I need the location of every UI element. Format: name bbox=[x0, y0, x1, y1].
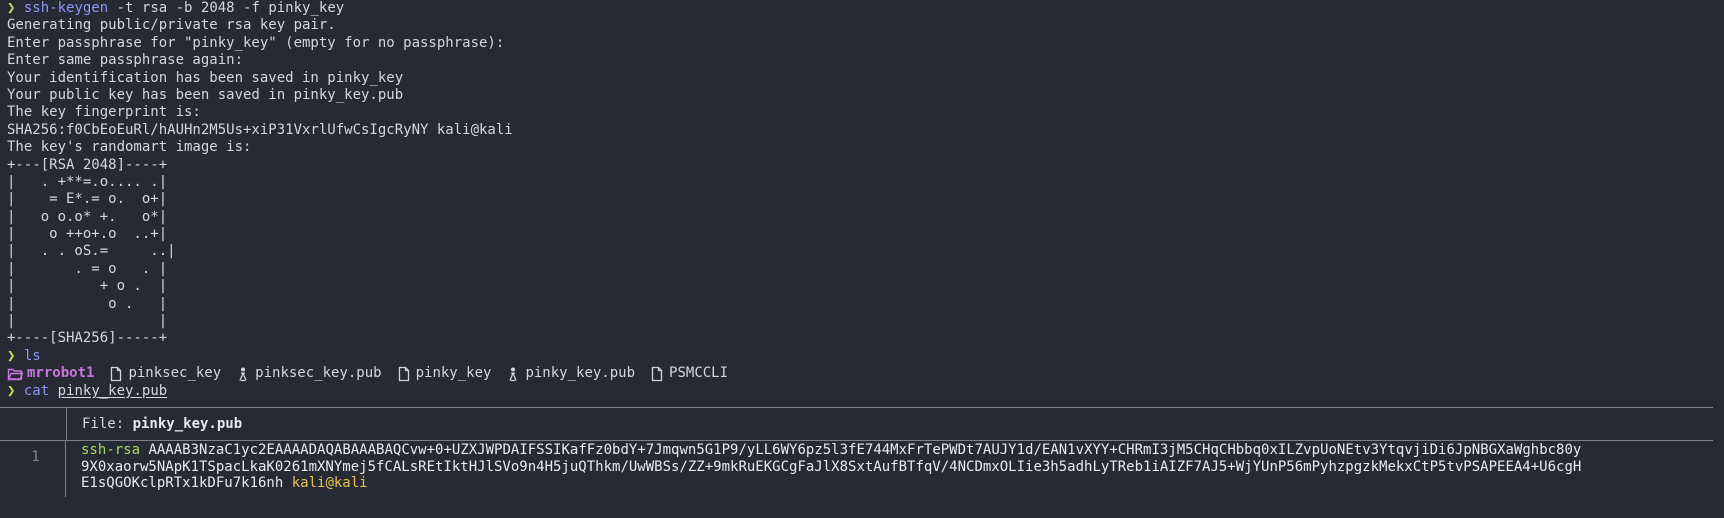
key-data: E1sQGOKclpRTx1kDFu7k16nh bbox=[81, 475, 284, 491]
ls-entry-name: pinksec_key bbox=[128, 365, 222, 382]
output-line: SHA256:f0CbEoEuRl/hAUHn2M5Us+xiP31VxrlUf… bbox=[7, 121, 513, 138]
file-icon bbox=[108, 366, 124, 382]
output-line: | + o . | bbox=[7, 278, 168, 295]
output-line: | . . oS.= ..| bbox=[7, 243, 176, 260]
ls-entry-name: pinksec_key.pub bbox=[255, 365, 382, 382]
ls-entry-file[interactable]: PSMCCLI bbox=[649, 365, 728, 382]
file-name: pinky_key.pub bbox=[132, 416, 243, 432]
key-comment: kali@kali bbox=[291, 475, 368, 491]
viewer-file-title: File: pinky_key.pub bbox=[67, 408, 242, 440]
key-person-icon bbox=[505, 366, 521, 382]
output-line: Enter same passphrase again: bbox=[7, 52, 244, 69]
viewer-gutter bbox=[0, 408, 67, 440]
ls-entry-name: PSMCCLI bbox=[669, 365, 729, 382]
prompt-symbol: ❯ bbox=[7, 382, 16, 399]
output-line: The key fingerprint is: bbox=[7, 104, 201, 121]
command-name: ls bbox=[23, 347, 41, 364]
prompt-symbol: ❯ bbox=[7, 347, 16, 364]
output-line: | . = o . | bbox=[7, 260, 168, 277]
key-data: AAAAB3NzaC1yc2EAAAADAQABAAABAQCvw+0+UZXJ… bbox=[148, 442, 1582, 458]
command-args: -t rsa -b 2048 -f pinky_key bbox=[108, 0, 345, 16]
output-line: | o . | bbox=[7, 295, 168, 312]
output-line: +----[SHA256]-----+ bbox=[7, 330, 168, 347]
output-line: Your public key has been saved in pinky_… bbox=[7, 86, 404, 103]
output-line: Enter passphrase for "pinky_key" (empty … bbox=[7, 34, 505, 51]
file-icon bbox=[649, 366, 665, 382]
output-line: Generating public/private rsa key pair. bbox=[7, 17, 336, 34]
ls-entry-file[interactable]: pinksec_key bbox=[108, 365, 221, 382]
prompt-symbol: ❯ bbox=[7, 0, 16, 16]
keygen-output: Generating public/private rsa key pair. E… bbox=[7, 17, 1724, 347]
command-name: ssh-keygen bbox=[23, 0, 109, 16]
output-line: | | bbox=[7, 313, 168, 330]
command-line-cat: ❯ cat pinky_key.pub bbox=[7, 383, 1724, 400]
output-line: | o ++o+.o ..+| bbox=[7, 226, 168, 243]
command-line-ssh-keygen: ❯ ssh-keygen -t rsa -b 2048 -f pinky_key bbox=[7, 0, 1724, 17]
key-line: 9X0xaorw5NApK1TSpacLkaK0261mXNYmej5fCALs… bbox=[81, 459, 1581, 476]
terminal-output: ❯ ssh-keygen -t rsa -b 2048 -f pinky_key… bbox=[7, 0, 1724, 400]
ls-entry-dir[interactable]: mrrobot1 bbox=[7, 365, 94, 382]
ls-entry-pub[interactable]: pinksec_key.pub bbox=[235, 365, 382, 382]
key-type: ssh-rsa bbox=[81, 442, 141, 458]
key-line: E1sQGOKclpRTx1kDFu7k16nh kali@kali bbox=[81, 475, 1581, 492]
key-line: ssh-rsa AAAAB3NzaC1yc2EAAAADAQABAAABAQCv… bbox=[81, 442, 1581, 459]
ls-entry-pub[interactable]: pinky_key.pub bbox=[505, 365, 635, 382]
output-line: Your identification has been saved in pi… bbox=[7, 69, 404, 86]
command-line-ls: ❯ ls bbox=[7, 348, 1724, 365]
line-number: 1 bbox=[0, 441, 66, 497]
viewer-header: File: pinky_key.pub bbox=[0, 408, 1713, 440]
viewer-body: 1 ssh-rsa AAAAB3NzaC1yc2EAAAADAQABAAABAQ… bbox=[0, 441, 1713, 497]
ls-entry-name: pinky_key bbox=[415, 365, 492, 382]
output-line: | . +**=.o.... .| bbox=[7, 173, 168, 190]
key-data: 9X0xaorw5NApK1TSpacLkaK0261mXNYmej5fCALs… bbox=[81, 458, 1582, 475]
output-line: | = E*.= o. o+| bbox=[7, 191, 168, 208]
ls-entry-file[interactable]: pinky_key bbox=[396, 365, 492, 382]
file-content: ssh-rsa AAAAB3NzaC1yc2EAAAADAQABAAABAQCv… bbox=[66, 441, 1581, 497]
output-line: | o o.o* +. o*| bbox=[7, 208, 168, 225]
command-file-arg[interactable]: pinky_key.pub bbox=[58, 383, 168, 399]
file-viewer: File: pinky_key.pub 1 ssh-rsa AAAAB3NzaC… bbox=[0, 407, 1713, 497]
ls-output: mrrobot1 pinksec_key pinksec_key.pub pinky_… bbox=[7, 365, 1724, 382]
file-label: File: bbox=[82, 416, 133, 432]
key-person-icon bbox=[235, 366, 251, 382]
ls-entry-name: mrrobot1 bbox=[27, 365, 95, 382]
output-line: The key's randomart image is: bbox=[7, 139, 252, 156]
ls-entry-name: pinky_key.pub bbox=[525, 365, 636, 382]
output-line: +---[RSA 2048]----+ bbox=[7, 156, 168, 173]
file-icon bbox=[396, 366, 412, 382]
folder-icon bbox=[7, 366, 23, 382]
command-name: cat bbox=[23, 382, 50, 399]
